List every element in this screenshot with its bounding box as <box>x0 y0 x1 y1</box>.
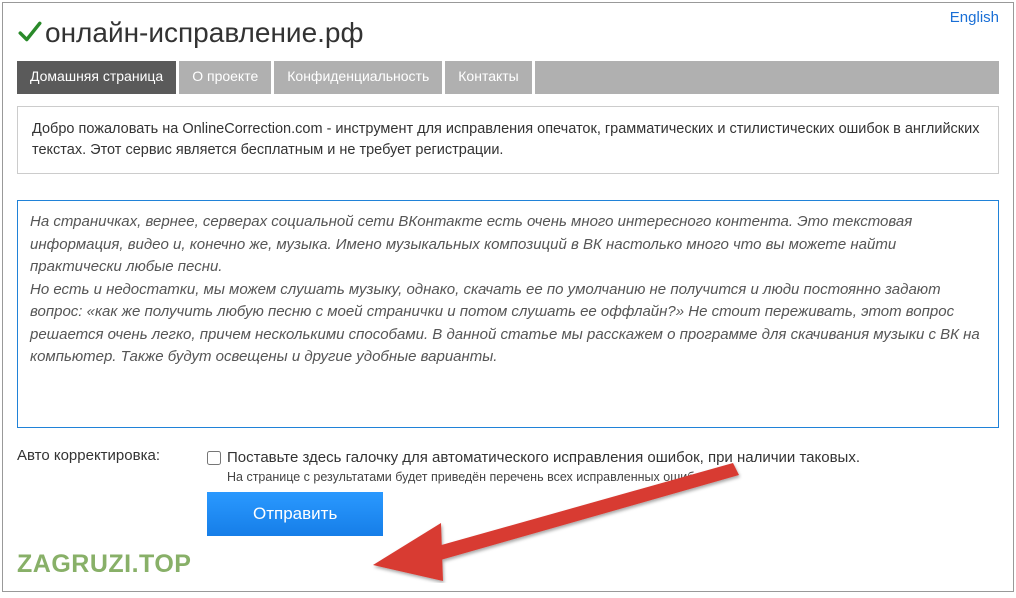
submit-button[interactable]: Отправить <box>207 492 383 536</box>
site-title: онлайн-исправление.рф <box>45 17 364 49</box>
nav-privacy[interactable]: Конфиденциальность <box>274 61 442 94</box>
auto-correct-checkbox[interactable] <box>207 451 221 465</box>
auto-correct-row: Авто корректировка: Поставьте здесь гало… <box>3 433 1013 484</box>
logo-row: онлайн-исправление.рф <box>3 3 1013 55</box>
text-input-wrap <box>17 200 999 433</box>
nav-about[interactable]: О проекте <box>179 61 271 94</box>
text-input[interactable] <box>17 200 999 428</box>
checkmark-icon <box>17 19 43 45</box>
nav-spacer <box>535 61 999 94</box>
auto-correct-note: На странице с результатами будет приведё… <box>227 470 860 484</box>
nav-home[interactable]: Домашняя страница <box>17 61 176 94</box>
welcome-box: Добро пожаловать на OnlineCorrection.com… <box>17 106 999 174</box>
nav-contacts[interactable]: Контакты <box>445 61 531 94</box>
lang-switch-link[interactable]: English <box>950 9 999 26</box>
auto-correct-text: Поставьте здесь галочку для автоматическ… <box>227 447 860 468</box>
auto-correct-label: Авто корректировка: <box>17 447 207 484</box>
watermark-text: ZAGRUZI.TOP <box>17 550 191 579</box>
main-nav: Домашняя страница О проекте Конфиденциал… <box>3 61 1013 94</box>
